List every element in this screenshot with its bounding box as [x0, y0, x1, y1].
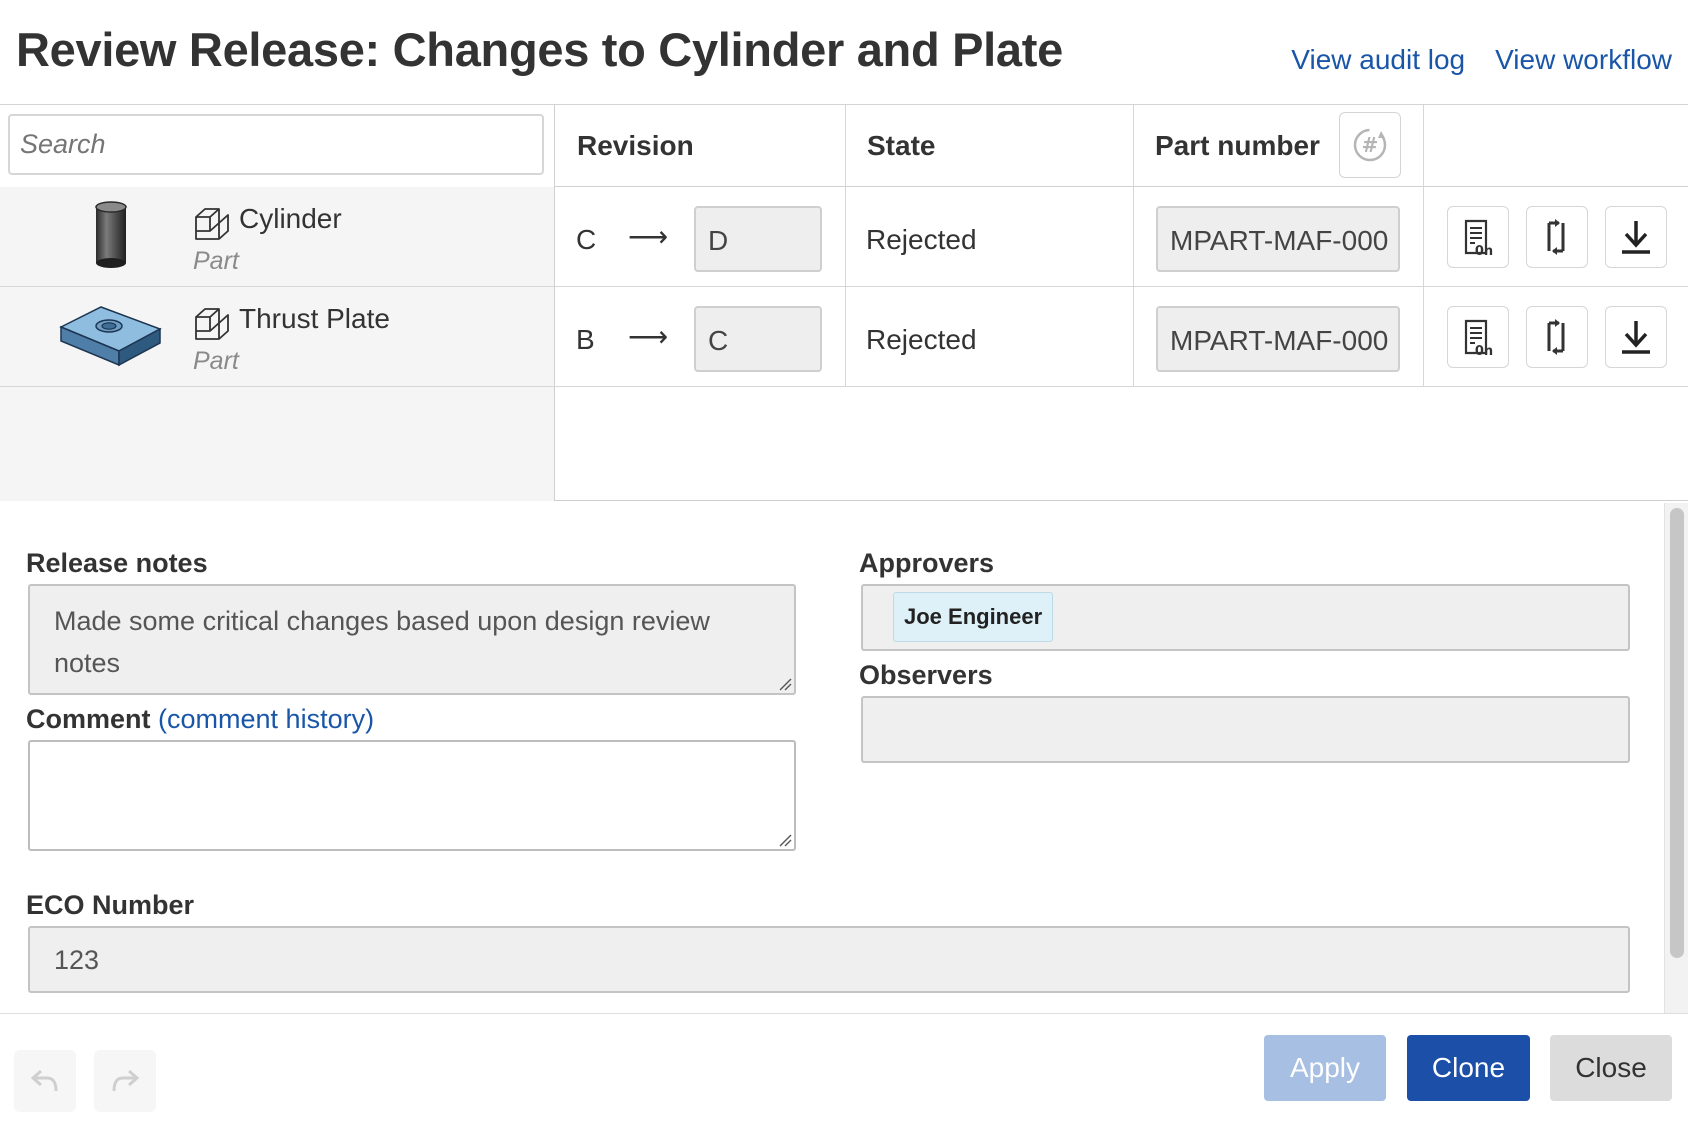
- eco-number-value: 123: [54, 945, 100, 975]
- observers-field[interactable]: [861, 696, 1630, 763]
- compare-icon: [1547, 319, 1565, 355]
- part-name: Thrust Plate: [239, 303, 390, 334]
- download-icon: [1622, 321, 1650, 354]
- table-row[interactable]: Thrust Plate Part B ⟶ C Rejected MPART-M…: [0, 287, 1688, 387]
- form-scrollbar[interactable]: [1664, 503, 1688, 1013]
- search-input[interactable]: [8, 114, 544, 175]
- comment-history-link[interactable]: (comment history): [158, 704, 374, 734]
- download-button[interactable]: [1605, 206, 1667, 268]
- apply-button[interactable]: Apply: [1264, 1035, 1386, 1101]
- release-items-table: Revision State Part number # Cylinder: [0, 104, 1688, 501]
- thrust-plate-thumbnail: [59, 306, 162, 367]
- clone-button[interactable]: Clone: [1407, 1035, 1530, 1101]
- column-divider: [1423, 105, 1424, 387]
- comment-field[interactable]: [28, 740, 796, 851]
- svg-text:0n: 0n: [1475, 344, 1493, 357]
- generate-part-number-button[interactable]: #: [1339, 112, 1401, 178]
- cylinder-thumbnail: [95, 201, 127, 268]
- compare-button[interactable]: [1526, 306, 1588, 368]
- part-number-field[interactable]: MPART-MAF-000: [1156, 306, 1400, 372]
- next-revision-field[interactable]: D: [694, 206, 822, 272]
- svg-text:#: #: [1362, 133, 1379, 157]
- view-audit-log-link[interactable]: View audit log: [1291, 44, 1465, 76]
- comment-label: Comment (comment history): [26, 704, 374, 735]
- page-title: Review Release: Changes to Cylinder and …: [16, 23, 1063, 76]
- compare-button[interactable]: [1526, 206, 1588, 268]
- redo-icon: [112, 1069, 140, 1092]
- revision-arrow: ⟶: [628, 321, 669, 352]
- part-type: Part: [193, 347, 239, 375]
- properties-button[interactable]: 0n: [1447, 206, 1509, 268]
- table-header-row: Revision State Part number #: [0, 105, 1688, 187]
- approvers-field[interactable]: Joe Engineer: [861, 584, 1630, 651]
- column-divider: [845, 105, 846, 387]
- properties-icon: 0n: [1464, 319, 1493, 357]
- close-button[interactable]: Close: [1550, 1035, 1672, 1101]
- revision-arrow: ⟶: [628, 221, 669, 252]
- undo-button[interactable]: [14, 1050, 76, 1112]
- observers-label: Observers: [859, 660, 993, 690]
- approvers-label: Approvers: [859, 548, 995, 578]
- part-name: Cylinder: [239, 203, 342, 234]
- release-notes-text: Made some critical changes based upon de…: [54, 606, 710, 678]
- redo-button[interactable]: [94, 1050, 156, 1112]
- current-revision: B: [576, 324, 595, 355]
- hash-refresh-icon: #: [1353, 128, 1387, 162]
- properties-icon: 0n: [1464, 219, 1493, 257]
- state-value: Rejected: [866, 324, 977, 355]
- resize-grip-icon[interactable]: [778, 677, 792, 691]
- resize-grip-icon[interactable]: [778, 833, 792, 847]
- properties-button[interactable]: 0n: [1447, 306, 1509, 368]
- current-revision: C: [576, 224, 597, 255]
- approver-chip[interactable]: Joe Engineer: [893, 592, 1054, 642]
- part-type: Part: [193, 247, 239, 275]
- svg-text:0n: 0n: [1475, 244, 1493, 257]
- state-value: Rejected: [866, 224, 977, 255]
- release-notes-label: Release notes: [26, 548, 208, 578]
- part-icon: [195, 308, 229, 340]
- search-cell: [0, 105, 555, 187]
- release-notes-field[interactable]: Made some critical changes based upon de…: [28, 584, 796, 695]
- column-divider: [1133, 105, 1134, 387]
- next-revision-field[interactable]: C: [694, 306, 822, 372]
- eco-number-field[interactable]: 123: [28, 926, 1630, 993]
- dialog-footer: Apply Clone Close: [0, 1013, 1688, 1124]
- eco-number-label: ECO Number: [26, 890, 195, 920]
- download-button[interactable]: [1605, 306, 1667, 368]
- scrollbar-thumb[interactable]: [1670, 508, 1684, 958]
- comment-label-text: Comment: [26, 704, 151, 734]
- table-row[interactable]: Cylinder Part C ⟶ D Rejected MPART-MAF-0…: [0, 187, 1688, 287]
- compare-icon: [1547, 219, 1565, 255]
- state-column-header: State: [867, 130, 936, 161]
- view-workflow-link[interactable]: View workflow: [1495, 44, 1672, 76]
- download-icon: [1622, 221, 1650, 254]
- undo-icon: [30, 1069, 58, 1092]
- revision-column-header: Revision: [577, 130, 694, 161]
- part-number-field[interactable]: MPART-MAF-000: [1156, 206, 1400, 272]
- part-icon: [195, 208, 229, 240]
